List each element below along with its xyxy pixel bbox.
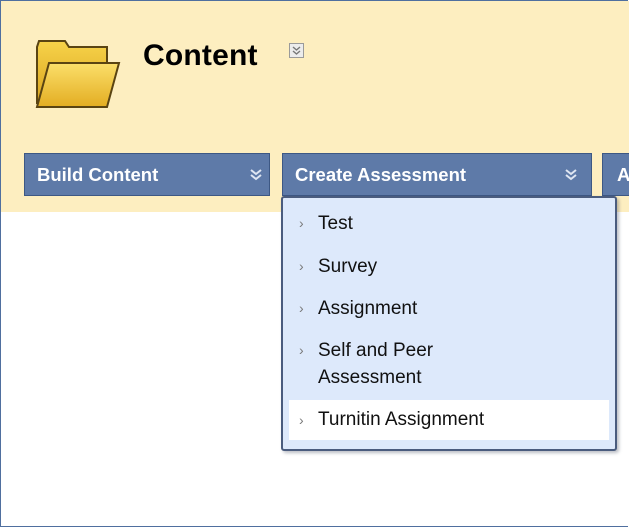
menu-item-label: Test [318,213,353,234]
menu-item-survey[interactable]: › Survey [289,254,609,279]
menu-item-turnitin-assignment[interactable]: › Turnitin Assignment [289,400,609,440]
build-content-label: Build Content [37,164,159,185]
menu-item-label: Turnitin Assignment [318,409,485,430]
build-content-button[interactable]: Build Content [24,153,270,196]
chevron-right-icon: › [299,258,304,274]
double-chevron-down-icon [250,169,262,181]
next-action-button[interactable]: A [602,153,629,196]
chevron-right-icon: › [299,300,304,316]
menu-item-test[interactable]: › Test [289,211,609,236]
chevron-right-icon: › [299,412,304,428]
menu-item-label-line1: Self and Peer [318,340,434,361]
next-action-label: A [617,154,629,195]
menu-item-assignment[interactable]: › Assignment [289,296,609,321]
menu-item-label-line2: Assessment [318,367,422,388]
double-chevron-down-icon [292,46,301,55]
create-assessment-label: Create Assessment [295,164,467,185]
create-assessment-menu: › Test › Survey › Assignment › Self and … [281,196,617,451]
page-title: Content [143,39,258,72]
double-chevron-down-icon [565,169,577,181]
chevron-right-icon: › [299,215,304,231]
chevron-right-icon: › [299,342,304,358]
menu-item-self-and-peer-assessment[interactable]: › Self and Peer Assessment [289,338,609,390]
title-options-button[interactable] [289,43,304,58]
folder-icon [35,40,121,108]
menu-item-label: Survey [318,256,378,277]
create-assessment-button[interactable]: Create Assessment [282,153,592,196]
menu-item-label: Assignment [318,298,418,319]
